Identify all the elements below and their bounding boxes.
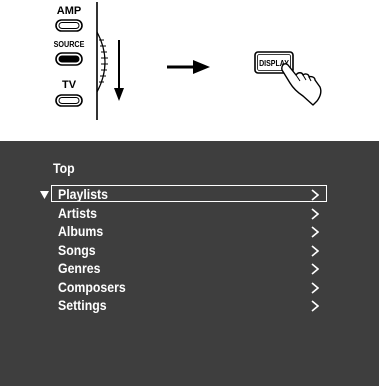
chevron-right-icon [311,244,319,257]
pointing-hand-icon [281,63,322,106]
menu-list: Playlists Artists Albums Songs Genres Co… [0,185,379,315]
wheel-ridges [99,39,108,83]
menu-item-artists[interactable]: Artists [0,204,379,223]
menu-item-label: Artists [58,204,98,221]
scroll-wheel[interactable] [96,2,108,120]
menu-item-label: Genres [58,260,101,276]
menu-item-label: Playlists [58,186,109,202]
chevron-right-icon [311,189,319,201]
amp-key[interactable]: AMP [55,5,83,32]
source-key-fill [58,55,80,63]
chevron-right-icon [311,207,319,220]
manual-figure: AMP SOURCE TV DISPLAY Top Playlists Arti… [0,0,379,386]
amp-key-label: AMP [57,5,81,17]
chevron-right-icon [311,300,319,312]
tv-key-label: TV [62,79,77,91]
menu-item-label: Composers [58,278,126,295]
menu-item-label: Albums [58,223,104,239]
remote-illustration: AMP SOURCE TV DISPLAY [54,2,322,120]
menu-item-playlists[interactable]: Playlists [0,185,379,204]
menu-item-label: Songs [58,241,96,258]
menu-item-songs[interactable]: Songs [0,241,379,260]
source-key[interactable]: SOURCE [54,40,85,66]
menu-item-composers[interactable]: Composers [0,278,379,297]
menu-item-label: Settings [58,297,107,313]
wheel-arc [96,31,106,93]
chevron-right-icon [311,263,319,275]
menu-screen: Top Playlists Artists Albums Songs Genre… [0,141,379,386]
menu-item-settings[interactable]: Settings [0,296,379,315]
scroll-down-arrow [114,40,124,101]
menu-item-genres[interactable]: Genres [0,259,379,278]
menu-title: Top [53,160,75,176]
menu-item-albums[interactable]: Albums [0,222,379,241]
source-key-label: SOURCE [54,40,85,49]
amp-key-shape [55,19,83,32]
cursor-triangle-icon [40,191,49,199]
tv-key-shape [55,94,83,107]
chevron-right-icon [311,281,319,294]
tv-key[interactable]: TV [55,79,83,107]
right-arrow [167,60,210,74]
chevron-right-icon [311,226,319,238]
